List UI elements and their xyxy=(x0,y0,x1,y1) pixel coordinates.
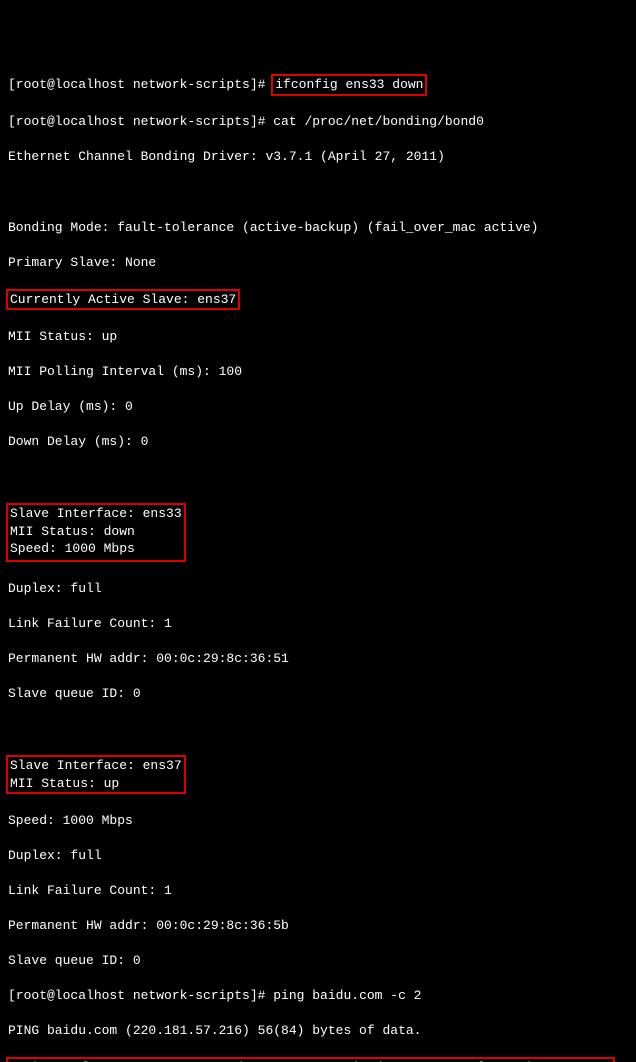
primary-slave: Primary Slave: None xyxy=(8,254,628,272)
ping-header: PING baidu.com (220.181.57.216) 56(84) b… xyxy=(8,1022,628,1040)
prompt: [root@localhost network-scripts]# xyxy=(8,988,273,1003)
highlight-ping-replies: 64 bytes from 220.181.57.216 (220.181.57… xyxy=(8,1057,628,1062)
highlight-active-slave: Currently Active Slave: ens37 xyxy=(8,289,628,311)
prompt-line-2[interactable]: [root@localhost network-scripts]# cat /p… xyxy=(8,113,628,131)
slave33-queue: Slave queue ID: 0 xyxy=(8,685,628,703)
driver-line: Ethernet Channel Bonding Driver: v3.7.1 … xyxy=(8,148,628,166)
slave33-duplex: Duplex: full xyxy=(8,580,628,598)
mii-poll: MII Polling Interval (ms): 100 xyxy=(8,363,628,381)
slave33-lfc: Link Failure Count: 1 xyxy=(8,615,628,633)
mii-status: MII Status: up xyxy=(8,328,628,346)
slave37-mac: Permanent HW addr: 00:0c:29:8c:36:5b xyxy=(8,917,628,935)
slave37-queue: Slave queue ID: 0 xyxy=(8,952,628,970)
prompt: [root@localhost network-scripts]# xyxy=(8,114,273,129)
highlight-slave37: Slave Interface: ens37 MII Status: up xyxy=(8,755,628,794)
prompt-line-3[interactable]: [root@localhost network-scripts]# ping b… xyxy=(8,987,628,1005)
up-delay: Up Delay (ms): 0 xyxy=(8,398,628,416)
prompt: [root@localhost network-scripts]# xyxy=(8,77,273,92)
blank xyxy=(8,468,628,486)
highlight-cmd-ifconfig: ifconfig ens33 down xyxy=(271,74,427,96)
slave33-mac: Permanent HW addr: 00:0c:29:8c:36:51 xyxy=(8,650,628,668)
blank xyxy=(8,183,628,201)
slave37-speed: Speed: 1000 Mbps xyxy=(8,812,628,830)
slave37-lfc: Link Failure Count: 1 xyxy=(8,882,628,900)
down-delay: Down Delay (ms): 0 xyxy=(8,433,628,451)
blank xyxy=(8,720,628,738)
bonding-mode: Bonding Mode: fault-tolerance (active-ba… xyxy=(8,219,628,237)
highlight-slave33: Slave Interface: ens33 MII Status: down … xyxy=(8,503,628,562)
prompt-line-1[interactable]: [root@localhost network-scripts]# ifconf… xyxy=(8,74,628,96)
cmd-ping: ping baidu.com -c 2 xyxy=(273,988,421,1003)
cmd-cat: cat /proc/net/bonding/bond0 xyxy=(273,114,484,129)
slave37-duplex: Duplex: full xyxy=(8,847,628,865)
